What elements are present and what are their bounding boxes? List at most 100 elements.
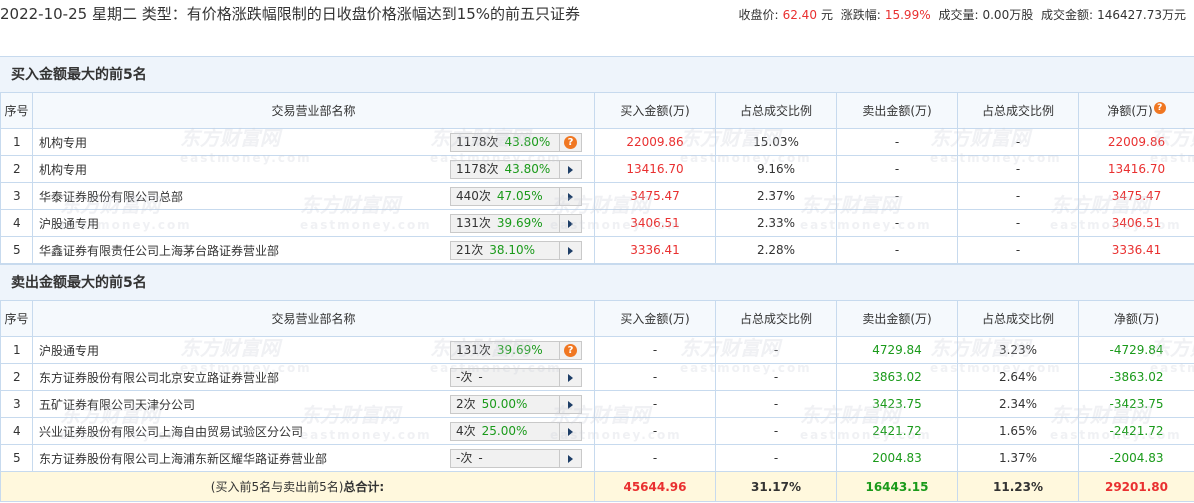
broker-count: 4次 xyxy=(456,424,476,438)
expand-button[interactable]: ? xyxy=(559,133,581,152)
expand-button[interactable] xyxy=(559,422,581,441)
broker-name[interactable]: 兴业证券股份有限公司上海自由贸易试验区分公司 xyxy=(39,425,303,439)
table-row: 4 沪股通专用 131次 39.69% 3406.51 2.33% - -3406.51 xyxy=(0,209,1194,237)
buy-amount: 3406.51 xyxy=(594,209,716,237)
buy-ratio: 9.16% xyxy=(715,155,837,183)
broker-stats-tag[interactable]: -次 - xyxy=(450,368,582,387)
broker-win-rate: 47.05% xyxy=(496,189,543,203)
broker-name[interactable]: 沪股通专用 xyxy=(39,344,99,358)
broker-name[interactable]: 东方证券股份有限公司北京安立路证券营业部 xyxy=(39,371,279,385)
sell-ratio: 2.34% xyxy=(957,390,1079,418)
broker-name[interactable]: 机构专用 xyxy=(39,136,87,150)
change-value: 15.99% xyxy=(884,8,931,22)
expand-button[interactable]: ? xyxy=(559,341,581,360)
col-buy-amount: 买入金额(万) xyxy=(594,92,716,129)
buy-amount: 3336.41 xyxy=(594,236,716,264)
sell-amount: - xyxy=(836,155,958,183)
expand-button[interactable] xyxy=(559,187,581,206)
net-amount: 3406.51 xyxy=(1078,209,1194,237)
triangle-right-icon xyxy=(568,400,573,409)
broker-count: -次 xyxy=(456,370,473,384)
table-row: 5 华鑫证券有限责任公司上海茅台路证券营业部 21次 38.10% 3336.41 2.2… xyxy=(0,236,1194,264)
row-index: 2 xyxy=(0,363,33,391)
buy-ratio: - xyxy=(715,363,837,391)
table-row: 4 兴业证券股份有限公司上海自由贸易试验区分公司 4次 25.00% - -2421.72… xyxy=(0,417,1194,445)
buy-ratio: 2.28% xyxy=(715,236,837,264)
col-net-label: 净额(万) xyxy=(1107,104,1153,118)
expand-button[interactable] xyxy=(559,160,581,179)
total-buy-ratio: 31.17% xyxy=(715,471,837,502)
broker-count: 21次 xyxy=(456,243,484,257)
broker-stats-tag[interactable]: 21次 38.10% xyxy=(450,241,582,260)
broker-win-rate: 43.80% xyxy=(504,162,551,176)
stock-stats: 收盘价: 62.40 元 涨跌幅: 15.99% 成交量: 0.00万股 成交金额: 14… xyxy=(739,6,1190,23)
broker-count: 1178次 xyxy=(456,162,499,176)
buy-ratio: - xyxy=(715,444,837,472)
broker-cell: 东方证券股份有限公司上海浦东新区耀华路证券营业部 -次 - xyxy=(32,444,595,472)
broker-cell: 机构专用 1178次 43.80%? xyxy=(32,128,595,156)
broker-stats-tag[interactable]: 440次 47.05% xyxy=(450,187,582,206)
row-index: 5 xyxy=(0,444,33,472)
expand-button[interactable] xyxy=(559,395,581,414)
sell-amount: 2421.72 xyxy=(836,417,958,445)
col-broker-name: 交易营业部名称 xyxy=(32,92,595,129)
broker-stats-tag[interactable]: 1178次 43.80%? xyxy=(450,133,582,152)
help-icon[interactable]: ? xyxy=(564,344,577,357)
row-index: 1 xyxy=(0,336,33,364)
sell-ratio: 3.23% xyxy=(957,336,1079,364)
broker-name[interactable]: 五矿证券有限公司天津分公司 xyxy=(39,398,195,412)
total-row: (买入前5名与卖出前5名)总合计: 45644.96 31.17% 16443.… xyxy=(0,471,1194,502)
net-amount: 3336.41 xyxy=(1078,236,1194,264)
page-header: 2022-10-25 星期二 类型：有价格涨跌幅限制的日收盘价格涨幅达到15%的… xyxy=(0,0,1194,56)
broker-cell: 五矿证券有限公司天津分公司 2次 50.00% xyxy=(32,390,595,418)
sell-table-header: 序号 交易营业部名称 买入金额(万) 占总成交比例 卖出金额(万) 占总成交比例… xyxy=(0,300,1194,337)
broker-stats-tag[interactable]: -次 - xyxy=(450,449,582,468)
broker-name[interactable]: 东方证券股份有限公司上海浦东新区耀华路证券营业部 xyxy=(39,452,327,466)
sell-ratio: - xyxy=(957,182,1079,210)
broker-cell: 沪股通专用 131次 39.69% xyxy=(32,209,595,237)
table-row: 3 华泰证券股份有限公司总部 440次 47.05% 3475.47 2.37% - -347… xyxy=(0,182,1194,210)
total-buy: 45644.96 xyxy=(594,471,716,502)
expand-button[interactable] xyxy=(559,368,581,387)
expand-button[interactable] xyxy=(559,214,581,233)
broker-stats-tag[interactable]: 2次 50.00% xyxy=(450,395,582,414)
sell-ratio: 1.65% xyxy=(957,417,1079,445)
broker-cell: 沪股通专用 131次 39.69%? xyxy=(32,336,595,364)
net-amount: 3475.47 xyxy=(1078,182,1194,210)
broker-stats-tag[interactable]: 131次 39.69% xyxy=(450,214,582,233)
broker-count: 131次 xyxy=(456,216,491,230)
broker-win-rate: 38.10% xyxy=(489,243,536,257)
broker-name[interactable]: 机构专用 xyxy=(39,163,87,177)
col-buy-ratio: 占总成交比例 xyxy=(715,92,837,129)
total-sell-ratio: 11.23% xyxy=(957,471,1079,502)
close-price-label: 收盘价: xyxy=(738,8,779,22)
sell-ratio: - xyxy=(957,128,1079,156)
sell-ratio: - xyxy=(957,155,1079,183)
buy-table: 序号 交易营业部名称 买入金额(万) 占总成交比例 卖出金额(万) 占总成交比例… xyxy=(0,92,1194,264)
buy-ratio: 2.33% xyxy=(715,209,837,237)
help-icon[interactable]: ? xyxy=(564,136,577,149)
broker-stats-tag[interactable]: 4次 25.00% xyxy=(450,422,582,441)
change-label: 涨跌幅: xyxy=(840,8,881,22)
row-index: 3 xyxy=(0,390,33,418)
row-index: 4 xyxy=(0,209,33,237)
table-row: 1 机构专用 1178次 43.80%? 22009.86 15.03% - -22009.8… xyxy=(0,128,1194,156)
buy-amount: - xyxy=(594,390,716,418)
broker-name[interactable]: 沪股通专用 xyxy=(39,217,99,231)
broker-stats-tag[interactable]: 1178次 43.80% xyxy=(450,160,582,179)
buy-amount: 22009.86 xyxy=(594,128,716,156)
table-row: 2 机构专用 1178次 43.80% 13416.70 9.16% - -13416.70 xyxy=(0,155,1194,183)
col-net-amount: 净额(万)? xyxy=(1078,92,1194,129)
broker-stats-tag[interactable]: 131次 39.69%? xyxy=(450,341,582,360)
help-icon[interactable]: ? xyxy=(1153,102,1166,114)
net-amount: -3863.02 xyxy=(1078,363,1194,391)
expand-button[interactable] xyxy=(559,241,581,260)
broker-name[interactable]: 华泰证券股份有限公司总部 xyxy=(39,190,183,204)
sell-amount: 2004.83 xyxy=(836,444,958,472)
expand-button[interactable] xyxy=(559,449,581,468)
sell-ratio: 1.37% xyxy=(957,444,1079,472)
broker-win-rate: 39.69% xyxy=(496,343,543,357)
triangle-right-icon xyxy=(568,165,573,174)
broker-name[interactable]: 华鑫证券有限责任公司上海茅台路证券营业部 xyxy=(39,244,279,258)
sell-amount: 3863.02 xyxy=(836,363,958,391)
